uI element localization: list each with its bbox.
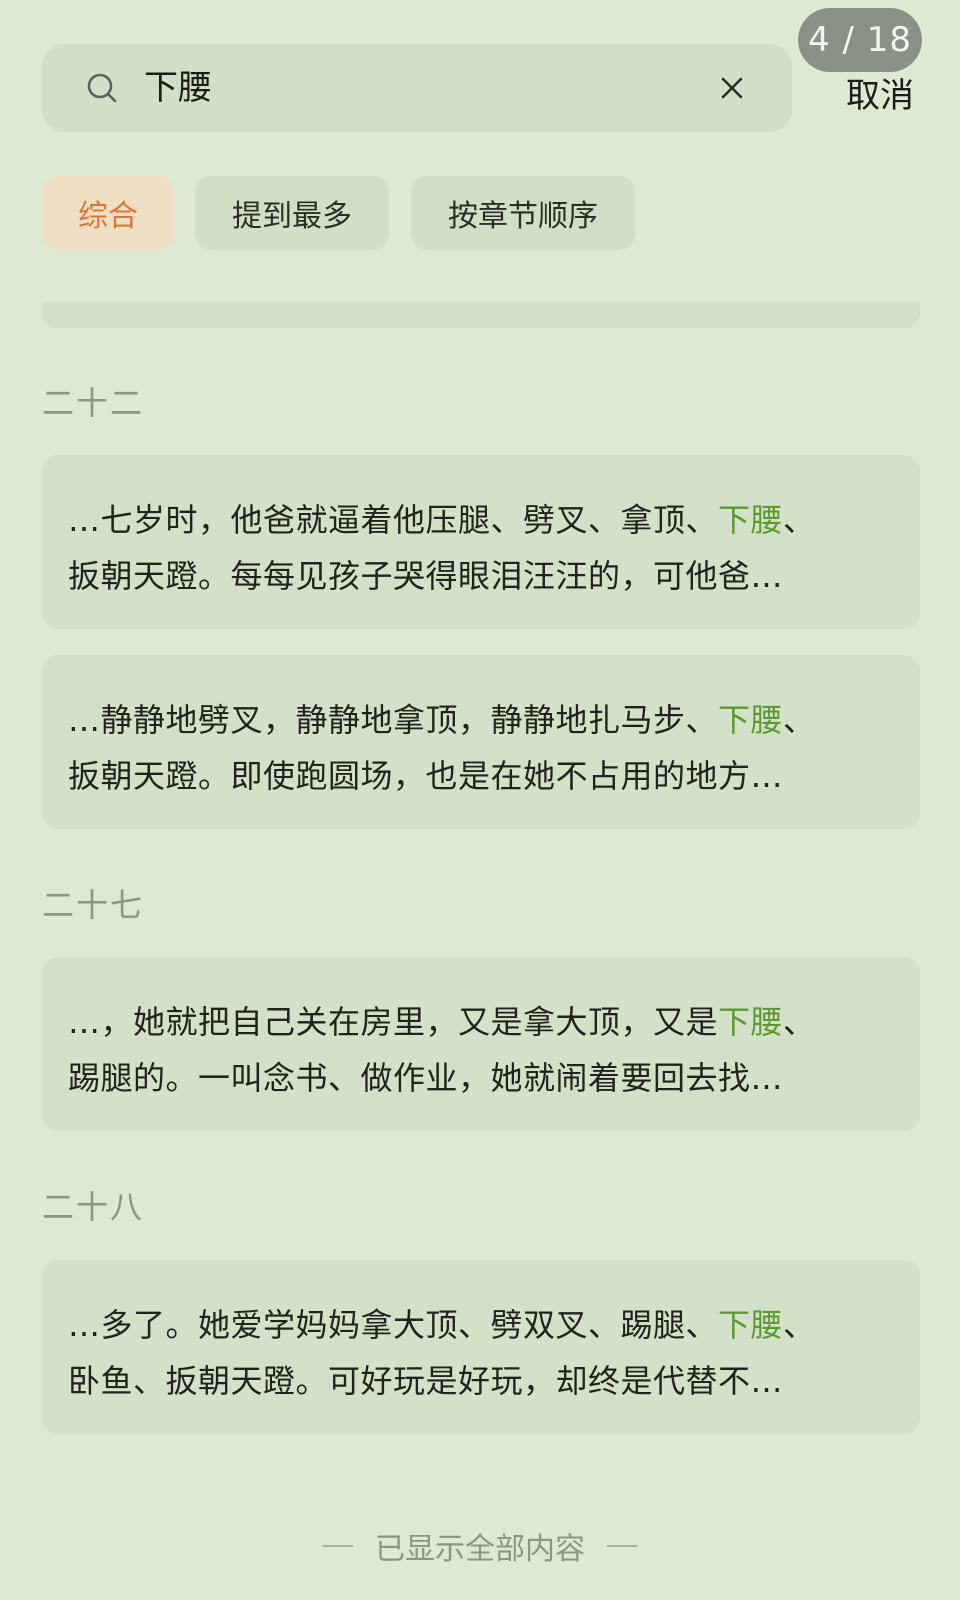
page-counter: 4 / 18 xyxy=(798,8,922,72)
end-of-results-marker: 已显示全部内容 xyxy=(0,1524,960,1568)
search-bar[interactable]: 下腰 xyxy=(42,44,792,132)
search-result-card[interactable]: …，她就把自己关在房里，又是拿大顶，又是下腰、 踢腿的。一叫念书、做作业，她就闹… xyxy=(42,957,920,1131)
tab-comprehensive[interactable]: 综合 xyxy=(42,176,174,250)
result-text-line: 踢腿的。一叫念书、做作业，她就闹着要回去找… xyxy=(68,1059,784,1097)
close-icon[interactable] xyxy=(718,74,746,102)
result-text-line: 卧鱼、扳朝天蹬。可好玩是好玩，却终是代替不… xyxy=(68,1362,784,1400)
tab-chapter-order[interactable]: 按章节顺序 xyxy=(411,176,635,250)
result-text-line: …静静地劈叉，静静地拿顶，静静地扎马步、下腰、 xyxy=(68,701,816,739)
result-text-line: 扳朝天蹬。每每见孩子哭得眼泪汪汪的，可他爸… xyxy=(68,557,784,595)
chapter-heading: 二十八 xyxy=(42,1188,145,1226)
end-of-results-text: 已显示全部内容 xyxy=(375,1532,585,1567)
result-text-line: …七岁时，他爸就逼着他压腿、劈叉、拿顶、下腰、 xyxy=(68,501,816,539)
result-text-line: 扳朝天蹬。即使跑圆场，也是在她不占用的地方… xyxy=(68,757,784,795)
search-result-card[interactable]: …静静地劈叉，静静地拿顶，静静地扎马步、下腰、 扳朝天蹬。即使跑圆场，也是在她不… xyxy=(42,655,920,829)
tab-most-mentioned[interactable]: 提到最多 xyxy=(195,176,389,250)
search-result-card[interactable]: …七岁时，他爸就逼着他压腿、劈叉、拿顶、下腰、 扳朝天蹬。每每见孩子哭得眼泪汪汪… xyxy=(42,455,920,629)
result-text-line: …多了。她爱学妈妈拿大顶、劈双叉、踢腿、下腰、 xyxy=(68,1306,816,1344)
keyword-highlight: 下腰 xyxy=(718,501,784,539)
search-result-card[interactable]: …多了。她爱学妈妈拿大顶、劈双叉、踢腿、下腰、 卧鱼、扳朝天蹬。可好玩是好玩，却… xyxy=(42,1260,920,1434)
search-icon xyxy=(87,73,117,103)
divider-left xyxy=(323,1545,353,1547)
search-input[interactable]: 下腰 xyxy=(144,44,212,132)
keyword-highlight: 下腰 xyxy=(718,1003,784,1041)
result-text-line: …，她就把自己关在房里，又是拿大顶，又是下腰、 xyxy=(68,1003,816,1041)
keyword-highlight: 下腰 xyxy=(718,701,784,739)
previous-result-card-edge[interactable] xyxy=(42,302,920,328)
chapter-heading: 二十二 xyxy=(42,384,145,422)
divider-right xyxy=(607,1545,637,1547)
chapter-heading: 二十七 xyxy=(42,886,145,924)
keyword-highlight: 下腰 xyxy=(718,1306,784,1344)
cancel-button[interactable]: 取消 xyxy=(846,68,914,117)
